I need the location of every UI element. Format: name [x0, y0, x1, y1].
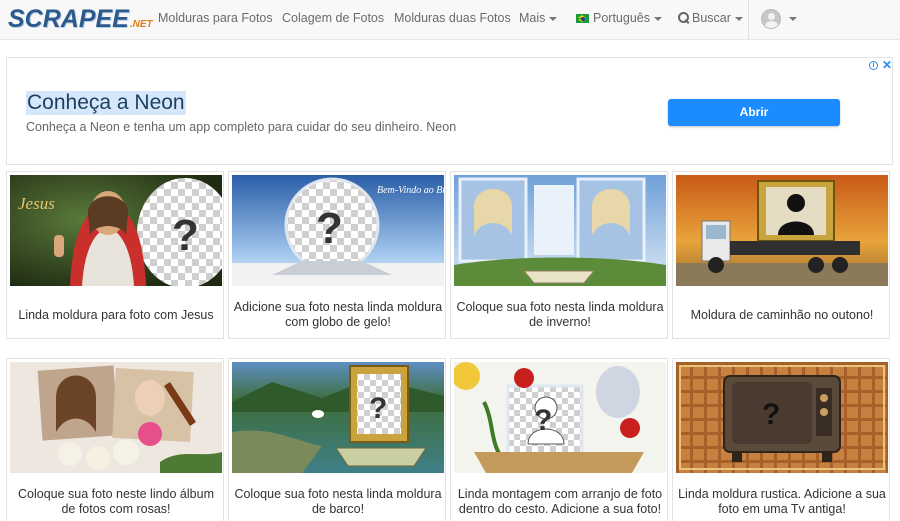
winter-frame-image	[454, 175, 666, 286]
chevron-down-icon[interactable]	[789, 17, 797, 21]
frame-caption[interactable]: Adicione sua foto nesta linda moldura co…	[233, 293, 443, 337]
frame-thumbnail[interactable]	[10, 362, 222, 473]
frame-thumbnail[interactable]: ?	[232, 362, 444, 473]
svg-text:?: ?	[534, 404, 552, 437]
search-label: Buscar	[692, 11, 731, 25]
svg-text:?: ?	[172, 211, 199, 260]
frame-caption[interactable]: Coloque sua foto neste lindo álbum de fo…	[11, 480, 221, 521]
frame-thumbnail[interactable]	[454, 175, 666, 286]
site-logo[interactable]: SCRAPEE .NET	[8, 6, 153, 32]
frame-thumbnail[interactable]: ?	[676, 362, 888, 473]
chevron-down-icon	[549, 16, 558, 21]
frame-card[interactable]: Jesus ? Linda moldura para foto com Jesu…	[6, 171, 224, 339]
chevron-down-icon	[653, 16, 662, 21]
ad-close-icon[interactable]: ✕	[882, 58, 892, 72]
frame-card[interactable]: Coloque sua foto nesta linda moldura de …	[450, 171, 668, 339]
svg-text:?: ?	[316, 204, 343, 253]
frame-caption[interactable]: Coloque sua foto nesta linda moldura de …	[233, 480, 443, 521]
frame-thumbnail[interactable]: ?	[454, 362, 666, 473]
svg-text:?: ?	[369, 392, 387, 425]
logo-suffix: .NET	[129, 19, 153, 30]
language-label: Português	[593, 11, 650, 25]
snow-globe-frame-image: Bem-Vindo ao Brasil ?	[232, 175, 444, 286]
frame-card[interactable]: Moldura de caminhão no outono!	[672, 171, 890, 339]
frame-caption[interactable]: Linda moldura rustica. Adicione a sua fo…	[677, 480, 887, 521]
old-tv-frame-image: ?	[676, 362, 888, 473]
truck-frame-image	[676, 175, 888, 286]
svg-text:?: ?	[762, 398, 780, 431]
globe-greeting-text: Bem-Vindo ao Brasil	[377, 185, 444, 196]
ad-info-icon[interactable]: i	[869, 61, 878, 70]
frame-card[interactable]: ? Linda moldura rustica. Adicione a sua …	[672, 358, 890, 521]
frame-thumbnail[interactable]: Jesus ?	[10, 175, 222, 286]
nav-link-colagem-fotos[interactable]: Colagem de Fotos	[282, 0, 384, 40]
frame-caption[interactable]: Moldura de caminhão no outono!	[677, 293, 887, 337]
advertisement-banner[interactable]: i ✕ Conheça a Neon Conheça a Neon e tenh…	[6, 57, 893, 165]
nav-dropdown-mais-label: Mais	[519, 11, 546, 25]
ad-open-button[interactable]: Abrir	[668, 99, 840, 126]
chevron-down-icon	[734, 16, 743, 21]
frame-thumbnail[interactable]: Bem-Vindo ao Brasil ?	[232, 175, 444, 286]
frame-card[interactable]: Bem-Vindo ao Brasil ? Adicione sua foto …	[228, 171, 446, 339]
language-selector[interactable]: Português	[576, 0, 662, 40]
nav-divider	[748, 0, 749, 40]
frame-card[interactable]: ? Linda montagem com arranjo de foto den…	[450, 358, 668, 521]
ad-title[interactable]: Conheça a Neon	[26, 91, 186, 115]
frame-caption[interactable]: Coloque sua foto nesta linda moldura de …	[455, 293, 665, 337]
basket-frame-image: ?	[454, 362, 666, 473]
logo-text: SCRAPEE	[8, 5, 129, 33]
frame-card[interactable]: ? Coloque sua foto nesta linda moldura d…	[228, 358, 446, 521]
nav-link-molduras-duas-fotos[interactable]: Molduras duas Fotos	[394, 0, 511, 40]
jesus-frame-image: Jesus ?	[10, 175, 222, 286]
search-icon	[678, 12, 689, 23]
frame-thumbnail[interactable]	[676, 175, 888, 286]
frame-caption[interactable]: Linda montagem com arranjo de foto dentr…	[455, 480, 665, 521]
brazil-flag-icon	[576, 14, 589, 23]
frame-card[interactable]: Coloque sua foto neste lindo álbum de fo…	[6, 358, 224, 521]
top-navbar: SCRAPEE .NET Molduras para Fotos Colagem…	[0, 0, 900, 40]
frame-caption[interactable]: Linda moldura para foto com Jesus	[11, 293, 221, 337]
user-avatar-icon[interactable]	[761, 9, 781, 29]
nav-dropdown-mais[interactable]: Mais	[519, 0, 558, 40]
ad-description: Conheça a Neon e tenha um app completo p…	[26, 120, 457, 134]
roses-album-frame-image	[10, 362, 222, 473]
jesus-title-text: Jesus	[18, 194, 55, 213]
search-dropdown[interactable]: Buscar	[678, 0, 743, 40]
nav-link-molduras-fotos[interactable]: Molduras para Fotos	[158, 0, 273, 40]
boat-frame-image: ?	[232, 362, 444, 473]
